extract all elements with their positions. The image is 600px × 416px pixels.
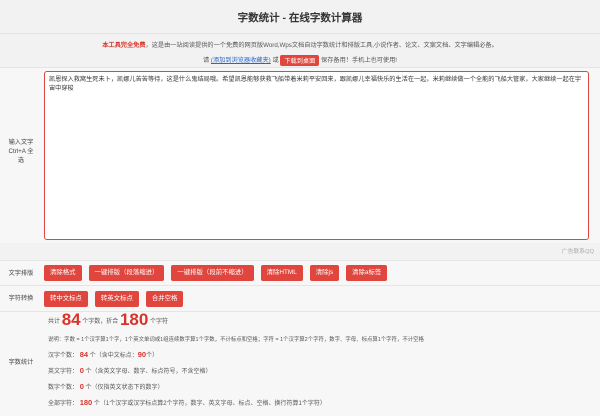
stats-total: 共计 84 个字数，折合 180 个字符 xyxy=(48,311,169,328)
convert-row: 字符转换 转中文标点 转英文标点 合并空格 xyxy=(0,285,600,311)
hanzi-close: 个） xyxy=(146,353,159,359)
total-words-unit: 个字数，折合 xyxy=(82,319,119,325)
layout-label: 文字排版 xyxy=(8,270,34,277)
intro-actions: 请 (添加到浏览器收藏夹) 或 下载到桌面 保存备用！手机上也可使用! xyxy=(0,55,600,66)
bookmark-link[interactable]: (添加到浏览器收藏夹) xyxy=(211,57,271,64)
text-input[interactable]: 凯恩探入救窝生死未卜，凯娜儿苦苦等待，这是什么鬼结局哦。希望凯恩能够获救飞船带着… xyxy=(44,71,589,240)
input-label: 输入文字 Ctrl+A 全 选 xyxy=(0,138,42,165)
number-line: 数字个数： 0 个（仅指英文状态下的数字） xyxy=(48,382,164,393)
total-chars-unit: 个字符 xyxy=(150,319,169,325)
to-chinese-punct-button[interactable]: 转中文标点 xyxy=(44,291,88,307)
layout-buttons: 清除格式 一键排版（段落缩进） 一键排版（段前不缩进） 清除HTML 清除js … xyxy=(44,265,594,281)
all-count: 180 xyxy=(79,398,93,407)
stats-label: 字数统计 xyxy=(8,359,34,366)
or-text: 或 xyxy=(272,57,279,65)
en-note: 个（含英文字母、数字、标点符号，不含空格） xyxy=(85,369,212,375)
no-indent-format-button[interactable]: 一键排版（段前不缩进） xyxy=(171,265,254,281)
save-note: 保存备用！手机上也可使用! xyxy=(321,57,398,65)
input-label-line1: 输入文字 xyxy=(8,139,34,146)
all-note: 个（1个汉字或汉字标点算2个字符，数字、英文字母、标点、空格、换行符算1个字符） xyxy=(93,401,326,407)
hanzi-line: 汉字个数： 84 个（含中文标点：90个） xyxy=(48,350,158,361)
en-label: 英文字符： xyxy=(48,369,79,375)
clear-format-button[interactable]: 清除格式 xyxy=(44,265,82,281)
ad-contact: 广告联系QQ xyxy=(561,249,594,255)
please-text: 请 xyxy=(202,57,210,65)
clear-js-button[interactable]: 清除js xyxy=(309,265,340,281)
header-bar: 字数统计 - 在线字数计算器 xyxy=(0,0,600,34)
clear-html-button[interactable]: 清除HTML xyxy=(260,265,303,281)
hanzi-punct: 90 xyxy=(137,350,147,359)
total-prefix: 共计 xyxy=(48,319,61,325)
clear-a-tag-button[interactable]: 清除a标签 xyxy=(346,265,388,281)
convert-buttons: 转中文标点 转英文标点 合并空格 xyxy=(44,291,594,307)
indent-format-button[interactable]: 一键排版（段落缩进） xyxy=(88,265,165,281)
intro-text: 本工具完全免费，这是由一站阅读提供的一个免费的网页版Word,Wps文档自动字数… xyxy=(0,40,600,49)
hanzi-label: 汉字个数： xyxy=(48,353,79,359)
intro-description: ，这是由一站阅读提供的一个免费的网页版Word,Wps文档自动字数统计和排版工具… xyxy=(145,42,498,49)
input-label-line2: Ctrl+A 全 xyxy=(8,148,34,155)
num-count: 0 xyxy=(79,382,84,391)
convert-label: 字符转换 xyxy=(8,295,34,302)
en-count: 0 xyxy=(79,366,84,375)
layout-row: 文字排版 清除格式 一键排版（段落缩进） 一键排版（段前不缩进） 清除HTML … xyxy=(0,260,600,285)
total-words: 84 xyxy=(61,310,81,329)
english-line: 英文字符： 0 个（含英文字母、数字、标点符号，不含空格） xyxy=(48,366,212,377)
all-chars-line: 全部字符： 180 个（1个汉字或汉字标点算2个字符，数字、英文字母、标点、空格… xyxy=(48,398,326,409)
page-title: 字数统计 - 在线字数计算器 xyxy=(237,12,363,24)
input-label-line3: 选 xyxy=(17,157,25,164)
hanzi-count: 84 xyxy=(79,350,89,359)
num-note: 个（仅指英文状态下的数字） xyxy=(85,385,164,391)
stats-note: 说明：字数 = 1个汉字算1个字，1个英文单词或1组连续数字算1个字数，不计标点… xyxy=(48,337,424,343)
free-label: 本工具完全免费 xyxy=(102,42,146,49)
merge-spaces-button[interactable]: 合并空格 xyxy=(145,291,184,307)
to-english-punct-button[interactable]: 转英文标点 xyxy=(94,291,139,307)
hanzi-note: 个（含中文标点： xyxy=(89,353,138,359)
total-chars: 180 xyxy=(119,310,149,329)
num-label: 数字个数： xyxy=(48,385,79,391)
page: 字数统计 - 在线字数计算器 本工具完全免费，这是由一站阅读提供的一个免费的网页… xyxy=(0,0,600,416)
download-button[interactable]: 下载到桌面 xyxy=(280,55,320,66)
all-label: 全部字符： xyxy=(48,401,79,407)
